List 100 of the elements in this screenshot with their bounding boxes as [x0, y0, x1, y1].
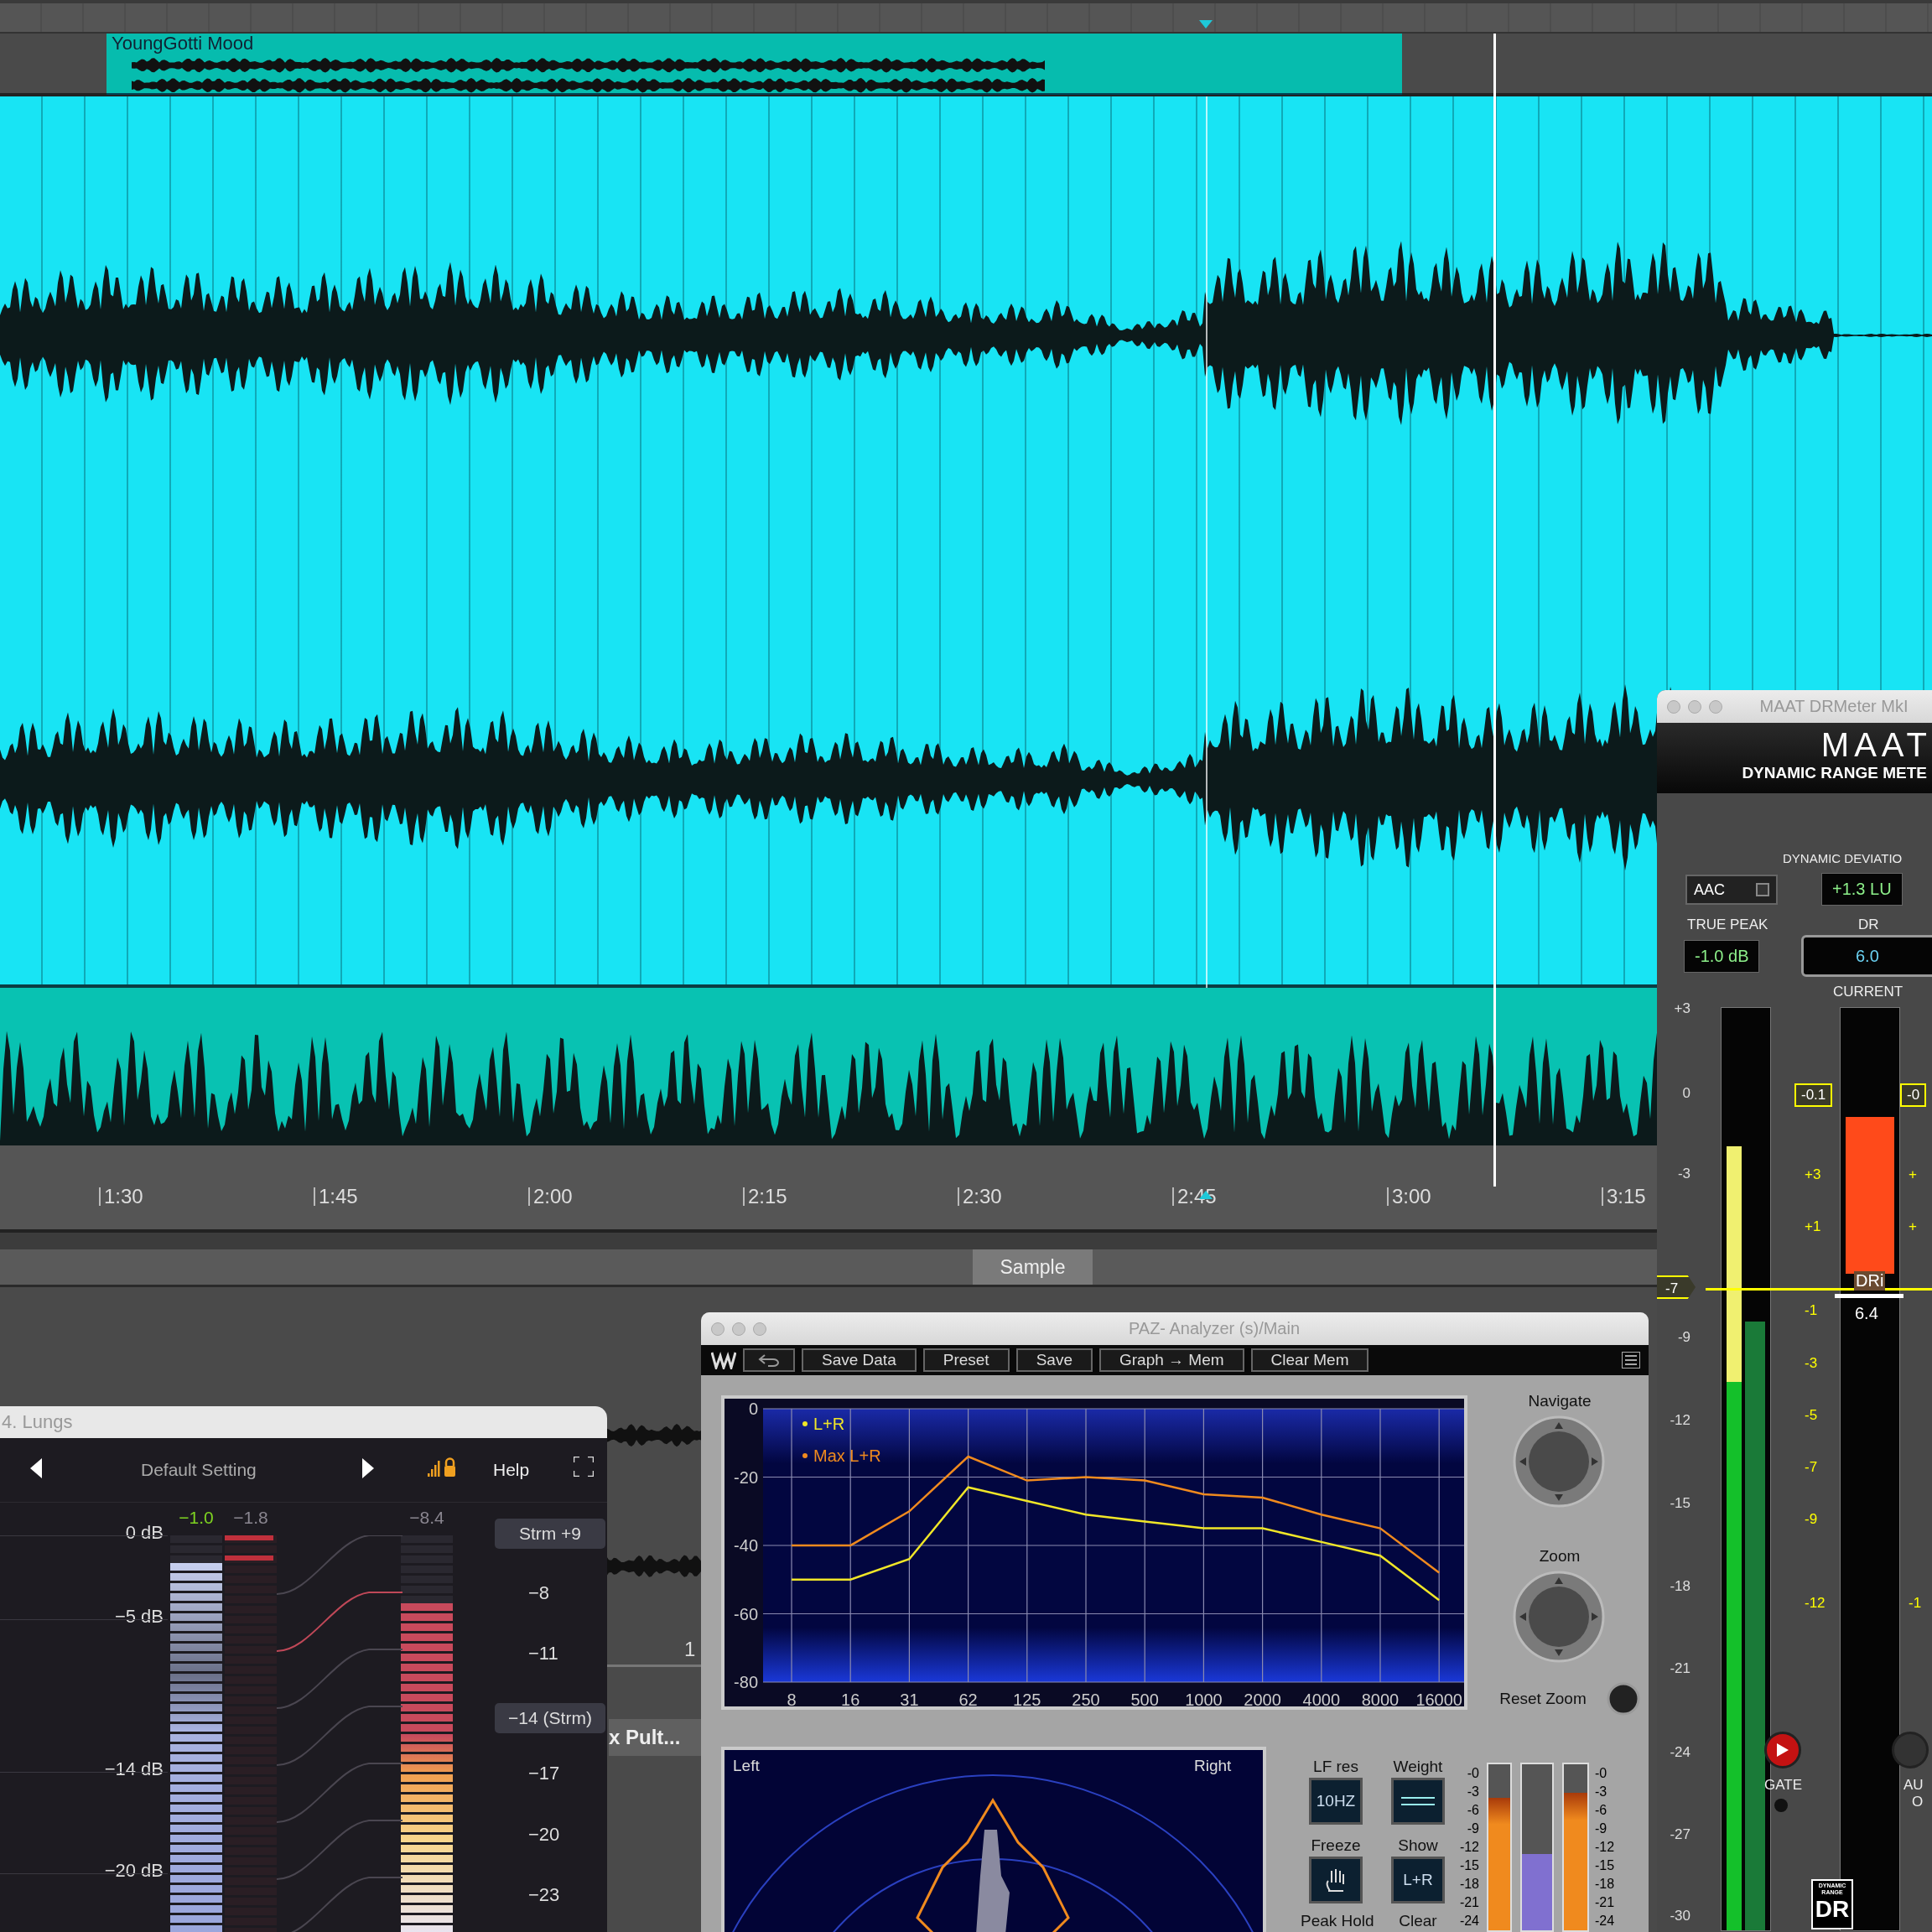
time-label: 2:15 — [743, 1187, 787, 1206]
scale-label: -0 — [1466, 1765, 1479, 1782]
toggle-button[interactable]: L+R — [1391, 1857, 1445, 1903]
undo-icon — [758, 1353, 780, 1367]
toggle-button[interactable] — [1391, 1778, 1445, 1825]
signal-lock-icon[interactable] — [428, 1457, 456, 1477]
scale-label: + — [1909, 1166, 1917, 1183]
toolbar-button[interactable]: Clear Mem — [1250, 1348, 1369, 1372]
hand-icon — [1325, 1867, 1347, 1893]
waveform-logo-icon — [711, 1351, 736, 1369]
meter-readout: 6.4 — [1855, 1304, 1878, 1323]
marker-icon — [1199, 20, 1213, 29]
field-label: DYNAMIC DEVIATIO — [1783, 851, 1903, 865]
next-arrow-icon[interactable] — [362, 1458, 374, 1478]
scale-label: -9 — [1676, 1329, 1690, 1346]
scale-label: -15 — [1669, 1495, 1690, 1512]
axis-tick-label: 4000 — [1302, 1690, 1341, 1709]
toggle-button[interactable]: 10HZ — [1309, 1778, 1363, 1825]
zoom-knob[interactable] — [1513, 1571, 1605, 1663]
scale-label: -0 — [1595, 1765, 1608, 1782]
scale-label: -24 — [1595, 1913, 1616, 1929]
time-label: 3:00 — [1387, 1187, 1431, 1206]
peak-indicator — [225, 1535, 273, 1540]
scale-label: +3 — [1673, 1000, 1690, 1017]
axis-tick-label: 500 — [1130, 1690, 1159, 1709]
axis-tick-label: 8000 — [1361, 1690, 1400, 1709]
axis-tick-label: -40 — [734, 1536, 758, 1555]
scale-label: -3 — [1676, 1166, 1690, 1182]
marker-icon — [1199, 1191, 1213, 1199]
target-button[interactable]: −14 (Strm) — [495, 1703, 605, 1733]
help-link[interactable]: Help — [493, 1455, 530, 1485]
value-display: +1.3 LU — [1821, 873, 1903, 906]
control-label: Weight — [1392, 1758, 1444, 1776]
scale-label: 0 — [1681, 1085, 1690, 1102]
meter-label: DRi — [1854, 1271, 1886, 1291]
axis-tick-label: 62 — [958, 1690, 978, 1709]
field-label: TRUE PEAK — [1687, 917, 1768, 933]
previous-arrow-icon[interactable] — [30, 1458, 42, 1478]
window-title: PAZ- Analyzer (s)/Main — [1127, 1319, 1301, 1338]
scale-label: + — [1909, 1218, 1917, 1235]
scale-label: -21 — [1458, 1894, 1479, 1911]
toggle-button[interactable] — [1309, 1857, 1363, 1903]
toolbar-button[interactable]: Graph → Mem — [1098, 1348, 1244, 1372]
scale-label: -1 — [1805, 1302, 1818, 1319]
lines-icon — [1401, 1795, 1435, 1807]
navigate-knob[interactable] — [1513, 1415, 1605, 1508]
scale-label: -21 — [1595, 1894, 1616, 1911]
scale-label: -9 — [1805, 1511, 1818, 1528]
scale-label: -5 — [1805, 1407, 1818, 1424]
gate-button[interactable] — [1764, 1732, 1801, 1768]
knob-label: Zoom — [1538, 1547, 1581, 1566]
toolbar-button[interactable]: Save — [1015, 1348, 1093, 1372]
value-display: 6.0 — [1801, 935, 1932, 977]
axis-tick-label: 1000 — [1185, 1690, 1223, 1709]
value-display: -1.0 dB — [1684, 940, 1760, 973]
scale-label: -12 — [1458, 1839, 1479, 1856]
target-button[interactable]: Strm +9 — [495, 1519, 605, 1549]
axis-tick-label: 0 — [748, 1400, 758, 1418]
knob-label: Reset Zoom — [1498, 1690, 1587, 1708]
axis-tick-label: 8 — [787, 1690, 797, 1709]
aac-toggle[interactable]: AAC — [1685, 875, 1778, 905]
axis-tick-label: 250 — [1072, 1690, 1100, 1709]
audio-clip[interactable]: YoungGotti Mood — [106, 34, 1402, 95]
logo-text: MAAT — [1820, 726, 1932, 764]
scale-label: -30 — [1669, 1908, 1690, 1924]
scale-label: -15 — [1458, 1857, 1479, 1874]
fullscreen-icon[interactable] — [574, 1457, 594, 1477]
scale-label: -12 — [1805, 1595, 1826, 1612]
clip-title: YoungGotti Mood — [111, 34, 255, 54]
time-label: 2:30 — [958, 1187, 1002, 1206]
knob-label: Navigate — [1527, 1392, 1592, 1410]
clip-name[interactable]: x Pult... — [609, 1719, 701, 1756]
reset-zoom-button[interactable] — [1607, 1682, 1640, 1716]
sample-tab[interactable]: Sample — [973, 1249, 1093, 1285]
scale-label: −20 — [528, 1824, 560, 1846]
scale-label: -6 — [1595, 1802, 1608, 1819]
scale-label: -3 — [1805, 1355, 1818, 1372]
menu-icon[interactable] — [1622, 1352, 1640, 1368]
preset-name[interactable]: Default Setting — [141, 1455, 257, 1485]
target-marker[interactable]: -7 — [1657, 1275, 1696, 1299]
axis-tick-label: 16000 — [1415, 1690, 1462, 1709]
button-label: GATE — [1764, 1777, 1803, 1794]
scale-label: -6 — [1466, 1802, 1479, 1819]
axis-tick-label: 16 — [841, 1690, 860, 1709]
scale-label: -24 — [1669, 1744, 1690, 1761]
meter-readout: −1.8 — [232, 1508, 269, 1528]
button-label: O — [1912, 1794, 1924, 1810]
meter-readout: −1.0 — [178, 1508, 215, 1528]
undo-button[interactable] — [743, 1348, 795, 1372]
field-label: CURRENT — [1833, 984, 1903, 1000]
time-label: 2:00 — [528, 1187, 573, 1206]
axis-tick-label: -60 — [734, 1604, 758, 1623]
legend-label: Max L+R — [813, 1446, 881, 1465]
peak-indicator — [225, 1555, 273, 1561]
toolbar-button[interactable]: Save Data — [802, 1348, 917, 1372]
scale-label: -18 — [1669, 1578, 1690, 1595]
scale-label: -12 — [1669, 1412, 1690, 1429]
toolbar-button[interactable]: Preset — [922, 1348, 1010, 1372]
control-label: LF res — [1312, 1758, 1359, 1776]
field-label: DR — [1858, 917, 1879, 933]
